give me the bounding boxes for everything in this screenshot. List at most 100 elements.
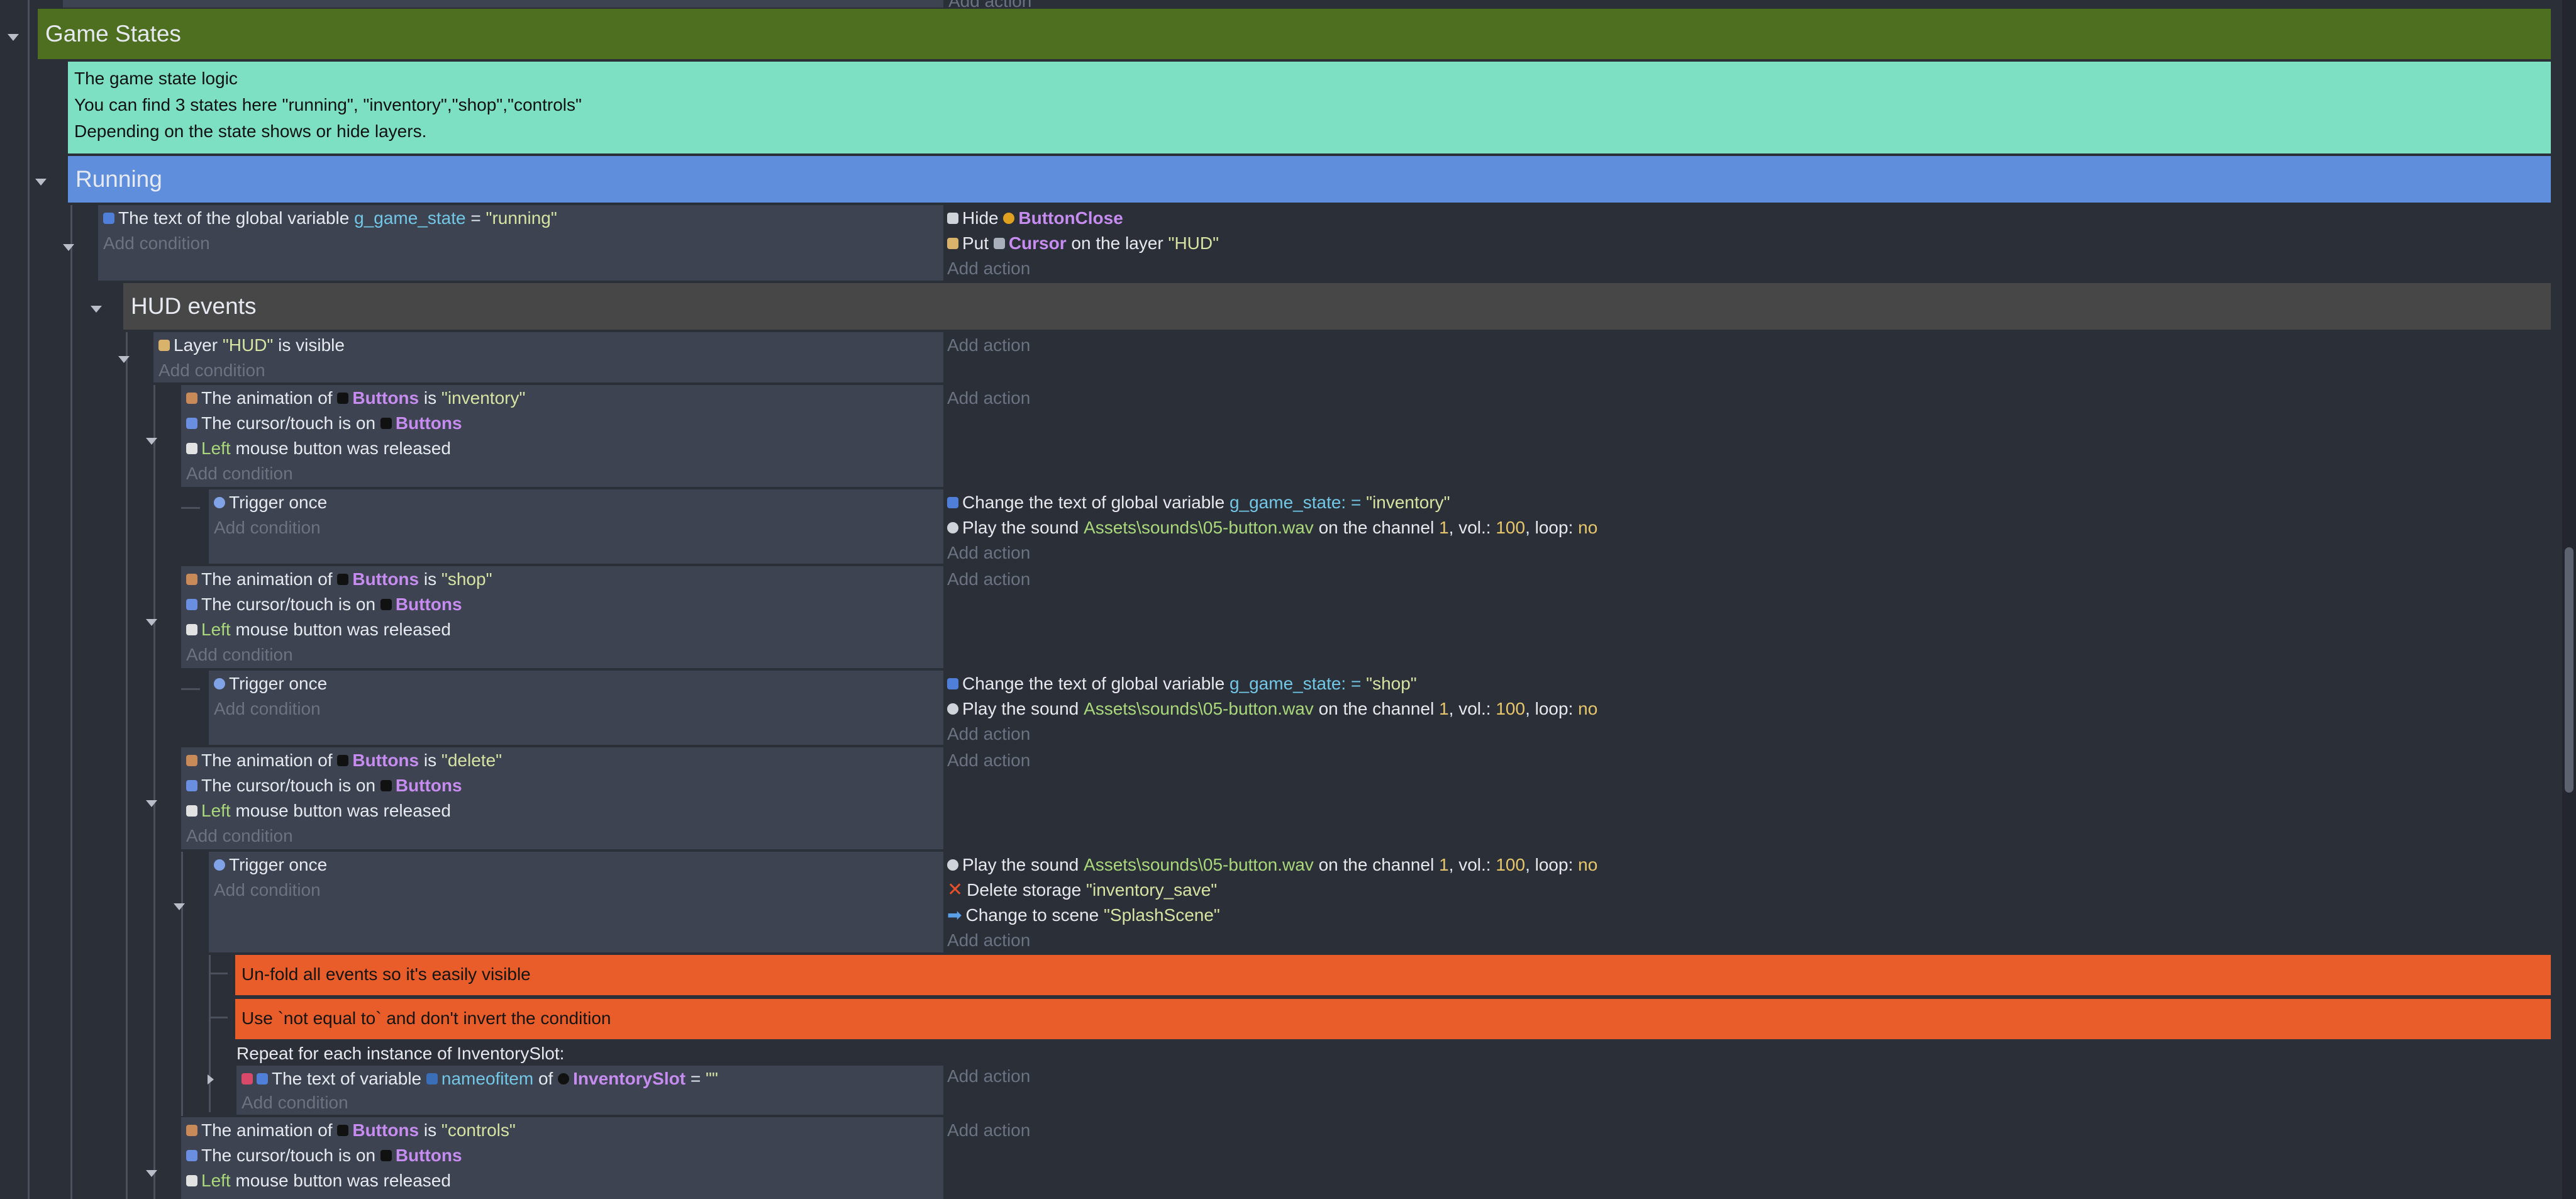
collapse-toggle-icon[interactable] — [174, 903, 185, 910]
condition-row[interactable]: Layer "HUD" is visible — [158, 332, 345, 358]
add-condition-link[interactable]: Add condition — [186, 460, 293, 486]
conditions-panel[interactable]: The text of variable nameofitem of Inven… — [236, 1066, 943, 1115]
scrollbar-thumb[interactable] — [2565, 547, 2573, 793]
condition-row[interactable]: The cursor/touch is on Buttons — [186, 410, 462, 436]
add-condition-link[interactable]: Add condition — [186, 823, 293, 849]
layer-icon — [158, 339, 170, 351]
conditions-panel[interactable]: The animation of Buttons is "inventory" … — [181, 385, 943, 487]
conditions-panel[interactable]: The text of the global variable g_game_s… — [98, 205, 943, 281]
collapse-toggle-icon[interactable] — [146, 438, 157, 445]
condition-row[interactable]: The text of the global variable g_game_s… — [103, 205, 557, 231]
action-row[interactable]: Change the text of global variable g_gam… — [947, 489, 1450, 515]
add-action-link[interactable]: Add action — [947, 721, 1030, 747]
action-row[interactable]: Hide ButtonClose — [947, 205, 1123, 231]
collapse-toggle-icon[interactable] — [8, 34, 19, 41]
actions-panel[interactable]: Add action — [947, 1117, 2551, 1199]
add-action-link[interactable]: Add action — [947, 540, 1030, 566]
condition-row[interactable]: Left mouse button was released — [186, 616, 451, 642]
sound-icon — [947, 859, 958, 871]
action-row[interactable]: Put Cursor on the layer "HUD" — [947, 230, 1219, 256]
add-action-link[interactable]: Add action — [947, 1117, 1030, 1143]
condition-row[interactable]: The animation of Buttons is "shop" — [186, 566, 492, 592]
condition-row[interactable]: The cursor/touch is on Buttons — [186, 1142, 462, 1168]
condition-row[interactable]: Left mouse button was released — [186, 1168, 451, 1193]
condition-row[interactable]: Trigger once — [214, 852, 327, 878]
add-action-link[interactable]: Add action — [947, 927, 1030, 953]
condition-row[interactable]: The animation of Buttons is "delete" — [186, 747, 502, 773]
condition-row[interactable]: Trigger once — [214, 489, 327, 515]
action-row[interactable]: Play the sound Assets\sounds\05-button.w… — [947, 696, 1597, 722]
add-condition-link[interactable]: Add condition — [103, 230, 210, 256]
cursor-over-icon — [186, 779, 197, 791]
collapse-toggle-icon[interactable] — [146, 800, 157, 807]
action-row[interactable]: Play the sound Assets\sounds\05-button.w… — [947, 515, 1597, 540]
action-row[interactable]: ✕ Delete storage "inventory_save" — [947, 877, 1217, 903]
collapse-toggle-icon[interactable] — [63, 244, 74, 251]
collapse-toggle-icon[interactable] — [146, 619, 157, 626]
condition-row[interactable]: Left mouse button was released — [186, 435, 451, 461]
actions-panel[interactable]: Change the text of global variable g_gam… — [947, 489, 2551, 564]
add-action-link[interactable]: Add action — [947, 332, 1030, 358]
mouse-icon — [186, 442, 197, 454]
comment-game-state-logic[interactable]: The game state logic You can find 3 stat… — [68, 62, 2551, 153]
vertical-scrollbar[interactable] — [2562, 0, 2576, 1199]
comment-not-equal[interactable]: Use `not equal to` and don't invert the … — [235, 999, 2551, 1039]
add-action-link[interactable]: Add action — [947, 1063, 1030, 1089]
condition-row[interactable]: The cursor/touch is on Buttons — [186, 591, 462, 617]
collapse-toggle-icon[interactable] — [91, 306, 102, 313]
object-thumbnail-icon — [380, 417, 392, 429]
actions-panel[interactable]: Add action — [947, 332, 2551, 382]
conditions-panel[interactable]: Trigger once Add condition — [209, 489, 943, 564]
expand-toggle-icon[interactable] — [208, 1074, 214, 1085]
comment-unfold[interactable]: Un-fold all events so it's easily visibl… — [235, 955, 2551, 995]
condition-row[interactable]: The animation of Buttons is "inventory" — [186, 385, 525, 411]
collapse-toggle-icon[interactable] — [35, 179, 47, 186]
actions-panel[interactable]: Add action — [947, 566, 2551, 668]
conditions-panel[interactable]: Trigger once Add condition — [209, 852, 943, 952]
cursor-over-icon — [186, 598, 197, 610]
actions-panel[interactable]: Add action — [947, 1063, 2551, 1115]
collapse-toggle-icon[interactable] — [146, 1170, 157, 1177]
collapse-toggle-icon[interactable] — [118, 356, 130, 363]
add-action-link[interactable]: Add action — [947, 747, 1030, 773]
actions-panel[interactable]: Hide ButtonClose Put Cursor on the layer… — [947, 205, 2551, 281]
tree-guide — [181, 688, 200, 690]
repeat-header[interactable]: Repeat for each instance of InventorySlo… — [236, 1040, 564, 1066]
condition-row[interactable]: The animation of Buttons is "controls" — [186, 1117, 516, 1143]
add-condition-link[interactable]: Add condition — [186, 642, 293, 667]
actions-panel[interactable]: Play the sound Assets\sounds\05-button.w… — [947, 852, 2551, 952]
condition-row[interactable]: Left mouse button was released — [186, 798, 451, 823]
conditions-panel[interactable]: The animation of Buttons is "delete" The… — [181, 747, 943, 849]
variable-icon — [947, 678, 958, 689]
action-row[interactable]: ➡ Change to scene "SplashScene" — [947, 902, 1220, 928]
variable-icon — [947, 496, 958, 508]
group-game-states[interactable]: Game States — [38, 9, 2551, 59]
add-action-link[interactable]: Add action — [947, 385, 1030, 411]
group-hud-events[interactable]: HUD events — [123, 283, 2551, 330]
add-condition-link[interactable]: Add condition — [158, 357, 265, 383]
group-running[interactable]: Running — [68, 156, 2551, 203]
condition-row[interactable]: The text of variable nameofitem of Inven… — [242, 1066, 718, 1091]
object-thumbnail-icon — [337, 573, 349, 585]
add-condition-link[interactable]: Add condition — [214, 877, 321, 903]
variable-icon — [257, 1073, 268, 1085]
actions-panel[interactable]: Add action — [947, 385, 2551, 487]
previous-event-bottom — [63, 0, 943, 8]
add-action-link[interactable]: Add action — [947, 566, 1030, 592]
conditions-panel[interactable]: Trigger once Add condition — [209, 671, 943, 745]
condition-row[interactable]: Trigger once — [214, 671, 327, 696]
conditions-panel[interactable]: The animation of Buttons is "shop" The c… — [181, 566, 943, 668]
action-row[interactable]: Play the sound Assets\sounds\05-button.w… — [947, 852, 1597, 878]
add-condition-link[interactable]: Add condition — [214, 515, 321, 540]
condition-row[interactable]: The cursor/touch is on Buttons — [186, 772, 462, 798]
tree-guide — [28, 0, 30, 1199]
action-row[interactable]: Change the text of global variable g_gam… — [947, 671, 1417, 696]
conditions-panel[interactable]: Layer "HUD" is visible Add condition — [153, 332, 943, 382]
actions-panel[interactable]: Add action — [947, 747, 2551, 849]
add-condition-link[interactable]: Add condition — [214, 696, 321, 722]
animation-icon — [186, 392, 197, 404]
conditions-panel[interactable]: The animation of Buttons is "controls" T… — [181, 1117, 943, 1199]
add-condition-link[interactable]: Add condition — [242, 1090, 348, 1115]
actions-panel[interactable]: Change the text of global variable g_gam… — [947, 671, 2551, 745]
add-action-link[interactable]: Add action — [947, 255, 1030, 281]
